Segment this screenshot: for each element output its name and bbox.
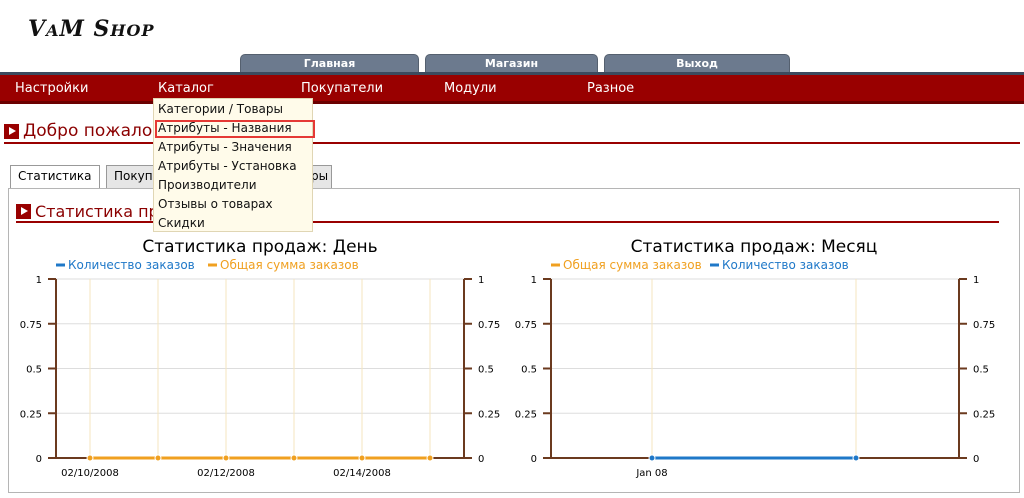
y-tick-label-right: 0.5 xyxy=(478,365,494,376)
y-tick-label-right: 1 xyxy=(478,275,484,286)
dropdown-item-categories[interactable]: Категории / Товары xyxy=(158,102,283,116)
dropdown-item-discounts[interactable]: Скидки xyxy=(158,216,205,230)
y-tick-label: 0.75 xyxy=(20,320,42,331)
charts-canvas: Статистика продаж: ДеньКоличество заказо… xyxy=(20,237,996,479)
legend-label: Общая сумма заказов xyxy=(220,258,359,272)
x-tick-label: Jan 08 xyxy=(635,468,667,479)
x-tick-label: 02/14/2008 xyxy=(333,468,391,479)
y-tick-label-right: 0.75 xyxy=(478,320,500,331)
y-tick-label: 0.75 xyxy=(515,320,537,331)
catalog-dropdown-menu: Категории / Товары Атрибуты - Названия А… xyxy=(153,98,315,232)
y-tick-label-right: 0.25 xyxy=(973,409,995,420)
data-point xyxy=(154,454,162,462)
y-tick-label: 1 xyxy=(36,275,42,286)
y-tick-label: 0.25 xyxy=(20,409,42,420)
dropdown-item-attribute-names[interactable]: Атрибуты - Названия xyxy=(158,121,292,135)
dropdown-item-attribute-setup[interactable]: Атрибуты - Установка xyxy=(158,159,297,173)
data-point xyxy=(222,454,230,462)
data-point xyxy=(290,454,298,462)
chart-title: Статистика продаж: День xyxy=(142,237,377,257)
y-tick-label: 0.5 xyxy=(26,365,42,376)
data-point xyxy=(86,454,94,462)
dropdown-item-attribute-values[interactable]: Атрибуты - Значения xyxy=(158,140,292,154)
legend-label: Количество заказов xyxy=(68,258,195,272)
y-tick-label: 0.5 xyxy=(521,365,537,376)
data-point xyxy=(358,454,366,462)
y-tick-label-right: 0 xyxy=(478,454,484,465)
data-point xyxy=(852,454,860,462)
chart-title: Статистика продаж: Месяц xyxy=(631,237,878,257)
data-point xyxy=(426,454,434,462)
legend-label: Общая сумма заказов xyxy=(563,258,702,272)
y-tick-label: 0.25 xyxy=(515,409,537,420)
y-tick-label-right: 1 xyxy=(973,275,979,286)
x-tick-label: 02/12/2008 xyxy=(197,468,255,479)
data-point xyxy=(648,454,656,462)
dropdown-item-reviews[interactable]: Отзывы о товарах xyxy=(158,197,273,211)
y-tick-label-right: 0.75 xyxy=(973,320,995,331)
y-tick-label: 0 xyxy=(531,454,537,465)
dropdown-item-manufacturers[interactable]: Производители xyxy=(158,178,257,192)
y-tick-label-right: 0 xyxy=(973,454,979,465)
y-tick-label-right: 0.25 xyxy=(478,409,500,420)
y-tick-label: 1 xyxy=(531,275,537,286)
x-tick-label: 02/10/2008 xyxy=(61,468,119,479)
legend-label: Количество заказов xyxy=(722,258,849,272)
y-tick-label-right: 0.5 xyxy=(973,365,989,376)
y-tick-label: 0 xyxy=(36,454,42,465)
